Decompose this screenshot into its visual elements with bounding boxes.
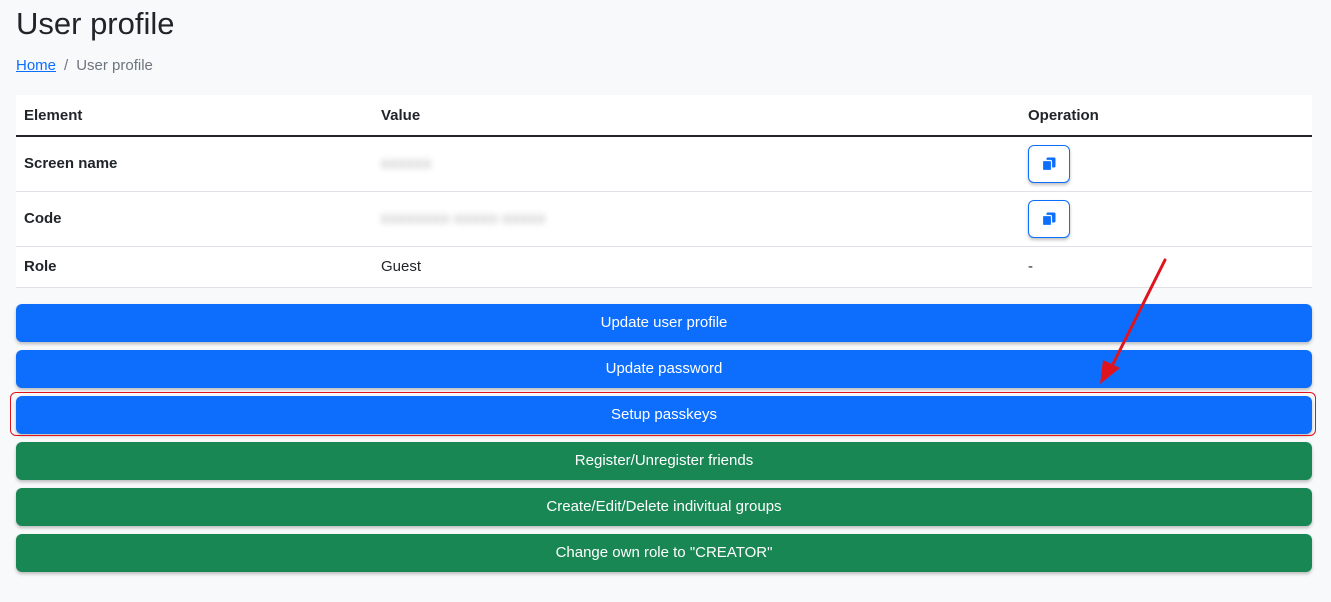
- row-value: xxxxxxxx-xxxxx-xxxxx: [373, 191, 1020, 247]
- setup-passkeys-button[interactable]: Setup passkeys: [16, 395, 1312, 434]
- table-row-code: Code xxxxxxxx-xxxxx-xxxxx: [16, 191, 1312, 247]
- setup-passkeys-highlight: Setup passkeys: [10, 391, 1316, 436]
- breadcrumb-current: User profile: [76, 56, 153, 74]
- breadcrumb-separator: /: [64, 56, 69, 74]
- row-label: Role: [16, 246, 373, 288]
- breadcrumb: Home / User profile: [16, 52, 1315, 78]
- update-user-profile-button[interactable]: Update user profile: [16, 303, 1312, 342]
- action-buttons: Update user profile Update password Setu…: [10, 303, 1316, 572]
- change-role-button[interactable]: Change own role to "CREATOR": [16, 533, 1312, 572]
- copy-code-button[interactable]: [1028, 199, 1070, 238]
- table-row-screen-name: Screen name xxxxxx: [16, 136, 1312, 192]
- row-value: xxxxxx: [373, 136, 1020, 192]
- update-password-button[interactable]: Update password: [16, 349, 1312, 388]
- code-value: xxxxxxxx-xxxxx-xxxxx: [381, 210, 546, 227]
- row-label: Screen name: [16, 136, 373, 192]
- table-header-row: Element Value Operation: [16, 95, 1312, 137]
- role-value: Guest: [373, 246, 1020, 288]
- column-header-value: Value: [373, 95, 1020, 137]
- breadcrumb-home-link[interactable]: Home: [16, 57, 56, 74]
- column-header-element: Element: [16, 95, 373, 137]
- role-operation: -: [1020, 246, 1312, 288]
- column-header-operation: Operation: [1020, 95, 1312, 137]
- page-title: User profile: [16, 6, 175, 41]
- manage-groups-button[interactable]: Create/Edit/Delete indivitual groups: [16, 487, 1312, 526]
- screen-name-value: xxxxxx: [381, 155, 432, 173]
- copy-screen-name-button[interactable]: [1028, 144, 1070, 183]
- profile-table: Element Value Operation Screen name xxxx…: [16, 95, 1312, 288]
- table-row-role: Role Guest -: [16, 246, 1312, 288]
- row-label: Code: [16, 191, 373, 247]
- register-friends-button[interactable]: Register/Unregister friends: [16, 441, 1312, 480]
- copy-icon: [1041, 212, 1056, 226]
- row-operation: [1020, 191, 1312, 247]
- user-profile-page: User profile Home / User profile Element…: [0, 0, 1331, 602]
- row-operation: [1020, 136, 1312, 192]
- copy-icon: [1041, 157, 1056, 171]
